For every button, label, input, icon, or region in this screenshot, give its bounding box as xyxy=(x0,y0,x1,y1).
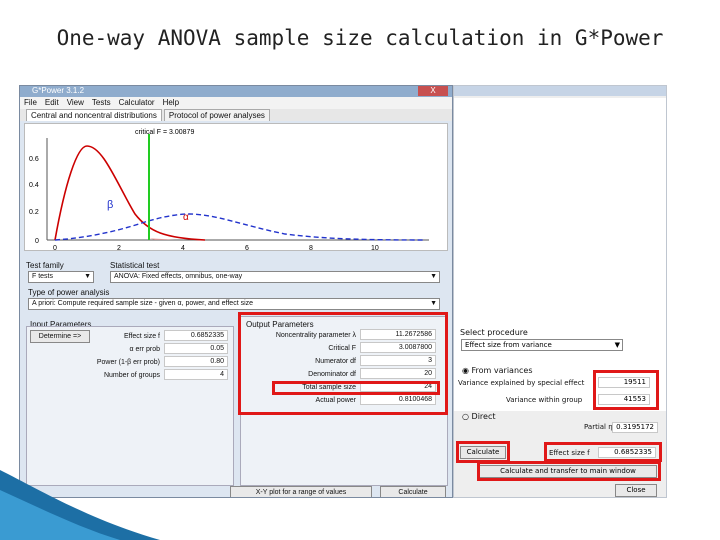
input-row-alpha: α err prob xyxy=(40,344,160,356)
variance-effect-label: Variance explained by special effect xyxy=(458,379,585,387)
chevron-down-icon: ▼ xyxy=(430,300,437,307)
y-tick: 0.4 xyxy=(29,182,39,189)
x-tick: 4 xyxy=(181,245,185,252)
dialog-blank-area xyxy=(454,98,666,411)
menu-tests[interactable]: Tests xyxy=(92,97,111,109)
input-row-groups: Number of groups xyxy=(40,370,160,382)
gpower-main-window: G*Power 3.1.2 X File Edit View Tests Cal… xyxy=(19,85,453,498)
alpha-label: α xyxy=(183,212,189,223)
window-title: G*Power 3.1.2 xyxy=(32,86,85,95)
power-input[interactable]: 0.80 xyxy=(164,356,228,367)
param-name: Effect size f xyxy=(123,333,160,340)
test-family-value: F tests xyxy=(32,273,54,280)
slide-title: One-way ANOVA sample size calculation in… xyxy=(56,26,664,50)
effect-size-input[interactable]: 0.6852335 xyxy=(164,330,228,341)
dialog-titlebar xyxy=(454,86,666,96)
procedure-select[interactable]: Effect size from variance ▼ xyxy=(461,339,623,351)
from-variances-label: From variances xyxy=(471,366,533,375)
y-tick: 0.6 xyxy=(29,156,39,163)
power-type-value: A priori: Compute required sample size -… xyxy=(32,300,254,307)
distribution-plot: critical F = 3.00879 0.6 0.4 0.2 0 0 2 4… xyxy=(24,123,448,252)
tab-bar: Central and noncentral distributions Pro… xyxy=(20,109,452,121)
partial-eta-input[interactable]: 0.3195172 xyxy=(612,422,658,433)
highlight-calculate xyxy=(456,441,510,463)
input-row-power: Power (1-β err prob) xyxy=(40,357,160,369)
window-titlebar: G*Power 3.1.2 X xyxy=(20,86,452,97)
null-distribution-curve xyxy=(54,145,206,241)
input-row-effect-size: Effect size f xyxy=(40,331,160,343)
test-family-select[interactable]: F tests ▼ xyxy=(28,271,94,283)
menu-view[interactable]: View xyxy=(67,97,84,109)
statistical-test-select[interactable]: ANOVA: Fixed effects, omnibus, one-way ▼ xyxy=(110,271,440,283)
procedure-value: Effect size from variance xyxy=(465,341,552,349)
alternative-distribution-curve xyxy=(54,213,426,241)
dialog-close-button[interactable]: Close xyxy=(615,484,657,497)
effect-size-dialog xyxy=(453,85,667,498)
chevron-down-icon: ▼ xyxy=(430,273,437,280)
highlight-transfer-button xyxy=(477,461,661,481)
y-tick: 0.2 xyxy=(29,209,39,216)
x-tick: 10 xyxy=(371,245,379,252)
chevron-down-icon: ▼ xyxy=(84,273,91,280)
test-family-label: Test family xyxy=(26,261,64,270)
x-tick: 0 xyxy=(53,245,57,252)
critical-f-label: critical F = 3.00879 xyxy=(135,129,194,136)
groups-input[interactable]: 4 xyxy=(164,369,228,380)
radio-from-variances[interactable]: ◉ From variances xyxy=(462,366,533,375)
menu-bar: File Edit View Tests Calculator Help xyxy=(20,97,452,109)
direct-label: Direct xyxy=(471,412,496,421)
xy-plot-button[interactable]: X-Y plot for a range of values xyxy=(230,486,372,497)
tab-protocol[interactable]: Protocol of power analyses xyxy=(163,109,270,121)
select-procedure-label: Select procedure xyxy=(460,328,528,337)
param-name: α err prob xyxy=(129,346,160,353)
tab-distributions[interactable]: Central and noncentral distributions xyxy=(26,109,162,121)
slide-decoration xyxy=(0,470,160,540)
statistical-test-label: Statistical test xyxy=(110,261,160,270)
chevron-down-icon: ▼ xyxy=(614,341,620,349)
partial-eta-label: Partial η² xyxy=(584,423,616,431)
variance-within-label: Variance within group xyxy=(506,396,583,404)
calculate-button[interactable]: Calculate xyxy=(380,486,446,497)
radio-direct[interactable]: ○ Direct xyxy=(462,412,495,421)
x-tick: 8 xyxy=(309,245,313,252)
menu-help[interactable]: Help xyxy=(163,97,179,109)
highlight-total-sample-size xyxy=(272,381,440,395)
x-tick: 6 xyxy=(245,245,249,252)
power-type-select[interactable]: A priori: Compute required sample size -… xyxy=(28,298,440,310)
x-tick: 2 xyxy=(117,245,121,252)
param-name: Power (1-β err prob) xyxy=(96,359,160,366)
beta-label: β xyxy=(107,199,113,211)
menu-calculator[interactable]: Calculator xyxy=(119,97,155,109)
highlight-effect-size xyxy=(544,442,662,462)
menu-edit[interactable]: Edit xyxy=(45,97,59,109)
alpha-input[interactable]: 0.05 xyxy=(164,343,228,354)
close-icon[interactable]: X xyxy=(418,86,448,96)
highlight-output-params xyxy=(238,312,448,415)
highlight-variances xyxy=(593,370,659,410)
param-name: Number of groups xyxy=(103,372,160,379)
statistical-test-value: ANOVA: Fixed effects, omnibus, one-way xyxy=(114,273,243,280)
y-tick: 0 xyxy=(35,238,39,245)
menu-file[interactable]: File xyxy=(24,97,37,109)
power-type-label: Type of power analysis xyxy=(28,288,110,297)
distribution-plot-svg: critical F = 3.00879 0.6 0.4 0.2 0 0 2 4… xyxy=(29,129,429,252)
